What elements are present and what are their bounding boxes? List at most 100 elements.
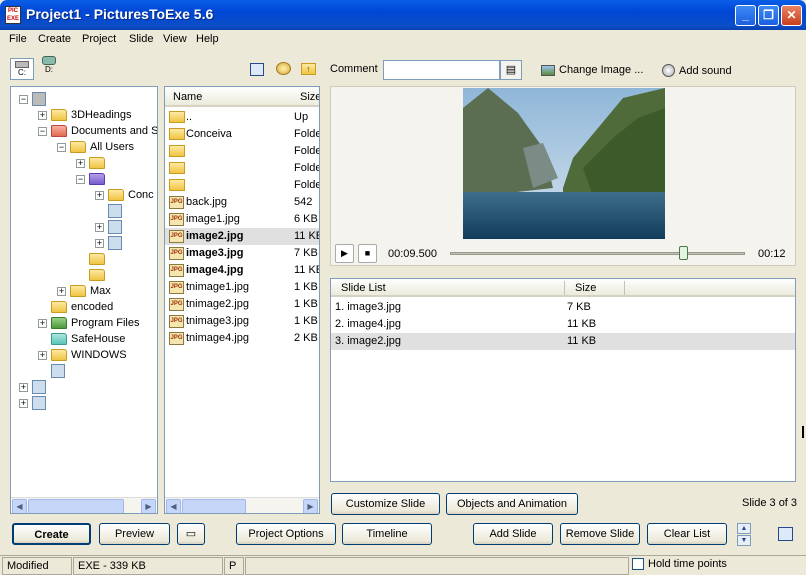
tree-node[interactable]: + — [76, 155, 109, 171]
slide-row[interactable]: 1. image3.jpg 7 KB — [331, 299, 795, 316]
collapse-icon[interactable]: − — [76, 174, 85, 184]
collapse-icon[interactable]: − — [38, 126, 47, 136]
file-row[interactable]: JPG back.jpg 542 — [165, 194, 319, 211]
expand-icon[interactable]: + — [95, 222, 104, 232]
extra-options-button[interactable]: ▭ — [177, 523, 205, 545]
play-button[interactable]: ▶ — [335, 244, 354, 263]
menu-project[interactable]: Project — [82, 33, 116, 45]
objects-and-animation-button[interactable]: Objects and Animation — [446, 493, 578, 515]
file-row[interactable]: JPG image1.jpg 6 KB — [165, 211, 319, 228]
slide-list[interactable]: Slide List Size 1. image3.jpg 7 KB 2. imag… — [330, 278, 796, 482]
close-button[interactable]: ✕ — [781, 5, 802, 26]
tree-node[interactable]: + Max — [57, 283, 111, 299]
move-up-button[interactable]: ▲ — [737, 523, 751, 534]
tree-node[interactable]: + WINDOWS — [38, 347, 127, 363]
maximize-button[interactable]: ❐ — [758, 5, 779, 26]
file-list-scrollbar[interactable]: ◀ ▶ — [165, 497, 319, 513]
scroll-thumb[interactable] — [182, 499, 246, 513]
minimize-button[interactable]: _ — [735, 5, 756, 26]
menu-slide[interactable]: Slide — [129, 33, 153, 45]
move-down-button[interactable]: ▼ — [737, 535, 751, 546]
menu-view[interactable]: View — [163, 33, 187, 45]
tree-node[interactable]: − — [19, 91, 50, 107]
new-window-icon[interactable] — [250, 63, 264, 76]
expand-icon[interactable]: + — [76, 158, 85, 168]
playback-slider-track[interactable] — [450, 252, 745, 255]
preview-button[interactable]: Preview — [99, 523, 170, 545]
collapse-icon[interactable]: − — [57, 142, 66, 152]
comment-input[interactable] — [383, 60, 500, 80]
playback-slider-thumb[interactable] — [679, 246, 688, 260]
remove-slide-button[interactable]: Remove Slide — [560, 523, 640, 545]
file-row[interactable]: JPGimage4.jpg 11 KE — [165, 262, 319, 279]
add-slide-button[interactable]: Add Slide — [473, 523, 553, 545]
file-list[interactable]: Name Size .. Up Conceiva Folde Folde Folde Fol… — [164, 86, 320, 514]
customize-slide-button[interactable]: Customize Slide — [331, 493, 440, 515]
expand-icon[interactable]: + — [57, 286, 66, 296]
add-sound-button[interactable]: Add sound — [662, 64, 732, 77]
slide-list-column-header[interactable]: Slide List — [341, 282, 386, 294]
comment-editor-button[interactable]: ▤ — [500, 60, 522, 80]
slide-size-column-header[interactable]: Size — [575, 282, 596, 294]
folder-tree-scrollbar[interactable]: ◀ ▶ — [11, 497, 157, 513]
collapse-icon[interactable]: − — [19, 94, 28, 104]
slide-row[interactable]: 3. image2.jpg 11 KB — [331, 333, 795, 350]
expand-icon[interactable]: + — [38, 350, 47, 360]
change-image-button[interactable]: Change Image ... — [541, 64, 643, 76]
file-row[interactable]: Folde — [165, 160, 319, 177]
menu-create[interactable]: Create — [38, 33, 71, 45]
favorites-folder-icon[interactable] — [276, 62, 291, 75]
tree-node[interactable] — [95, 203, 126, 219]
scroll-left-arrow[interactable]: ◀ — [166, 499, 181, 513]
folder-tree[interactable]: − +3DHeadings − Documents and S − All Users + −… — [10, 86, 158, 514]
tree-node[interactable]: +3DHeadings — [38, 107, 132, 123]
drive-c-button[interactable]: C: — [10, 58, 34, 80]
tree-node[interactable] — [38, 363, 69, 379]
expand-icon[interactable]: + — [19, 382, 28, 392]
file-row[interactable]: JPG tnimage3.jpg 1 KB — [165, 313, 319, 330]
expand-icon[interactable]: + — [38, 110, 47, 120]
folder-up-icon[interactable]: ↑ — [301, 63, 316, 75]
tree-node[interactable]: + — [95, 235, 126, 251]
file-row[interactable]: Folde — [165, 177, 319, 194]
expand-icon[interactable]: + — [19, 398, 28, 408]
tree-node[interactable]: + — [19, 395, 50, 411]
scroll-right-arrow[interactable]: ▶ — [303, 499, 318, 513]
tree-node[interactable]: SafeHouse — [38, 331, 125, 347]
file-row[interactable]: JPG tnimage4.jpg 2 KB — [165, 330, 319, 347]
tree-node[interactable]: encoded — [38, 299, 113, 315]
scroll-right-arrow[interactable]: ▶ — [141, 499, 156, 513]
tree-node[interactable]: + — [95, 219, 126, 235]
stop-button[interactable]: ■ — [358, 244, 377, 263]
file-row[interactable]: JPG tnimage1.jpg 1 KB — [165, 279, 319, 296]
expand-icon[interactable]: + — [95, 190, 104, 200]
menu-help[interactable]: Help — [196, 33, 219, 45]
clear-list-button[interactable]: Clear List — [647, 523, 727, 545]
tree-node[interactable]: − — [76, 171, 109, 187]
tree-node[interactable]: − All Users — [57, 139, 134, 155]
column-name-header[interactable]: Name — [173, 91, 202, 103]
file-row[interactable]: JPG tnimage2.jpg 1 KB — [165, 296, 319, 313]
scroll-thumb[interactable] — [28, 499, 124, 513]
app-icon[interactable]: PIC EXE — [5, 6, 21, 24]
slide-row[interactable]: 2. image4.jpg 11 KB — [331, 316, 795, 333]
timeline-button[interactable]: Timeline — [342, 523, 432, 545]
file-row[interactable]: .. Up — [165, 109, 319, 126]
drive-d-button[interactable]: D: — [38, 56, 60, 80]
file-row[interactable]: Conceiva Folde — [165, 126, 319, 143]
expand-icon[interactable]: + — [38, 318, 47, 328]
tree-node[interactable] — [76, 267, 109, 283]
hold-time-points-checkbox[interactable] — [632, 558, 644, 570]
project-options-button[interactable]: Project Options — [236, 523, 336, 545]
scroll-left-arrow[interactable]: ◀ — [12, 499, 27, 513]
file-row[interactable]: JPG image3.jpg 7 KB — [165, 245, 319, 262]
tree-node[interactable]: − Documents and S — [38, 123, 157, 139]
tree-node[interactable]: + — [19, 379, 50, 395]
file-row[interactable]: JPGimage2.jpg 11 KE — [165, 228, 319, 245]
column-size-header[interactable]: Size — [300, 91, 319, 103]
expand-icon[interactable]: + — [95, 238, 104, 248]
menu-file[interactable]: File — [9, 33, 27, 45]
tree-node[interactable]: + Conc — [95, 187, 154, 203]
detach-window-icon[interactable] — [778, 527, 793, 541]
create-button[interactable]: Create — [12, 523, 91, 545]
